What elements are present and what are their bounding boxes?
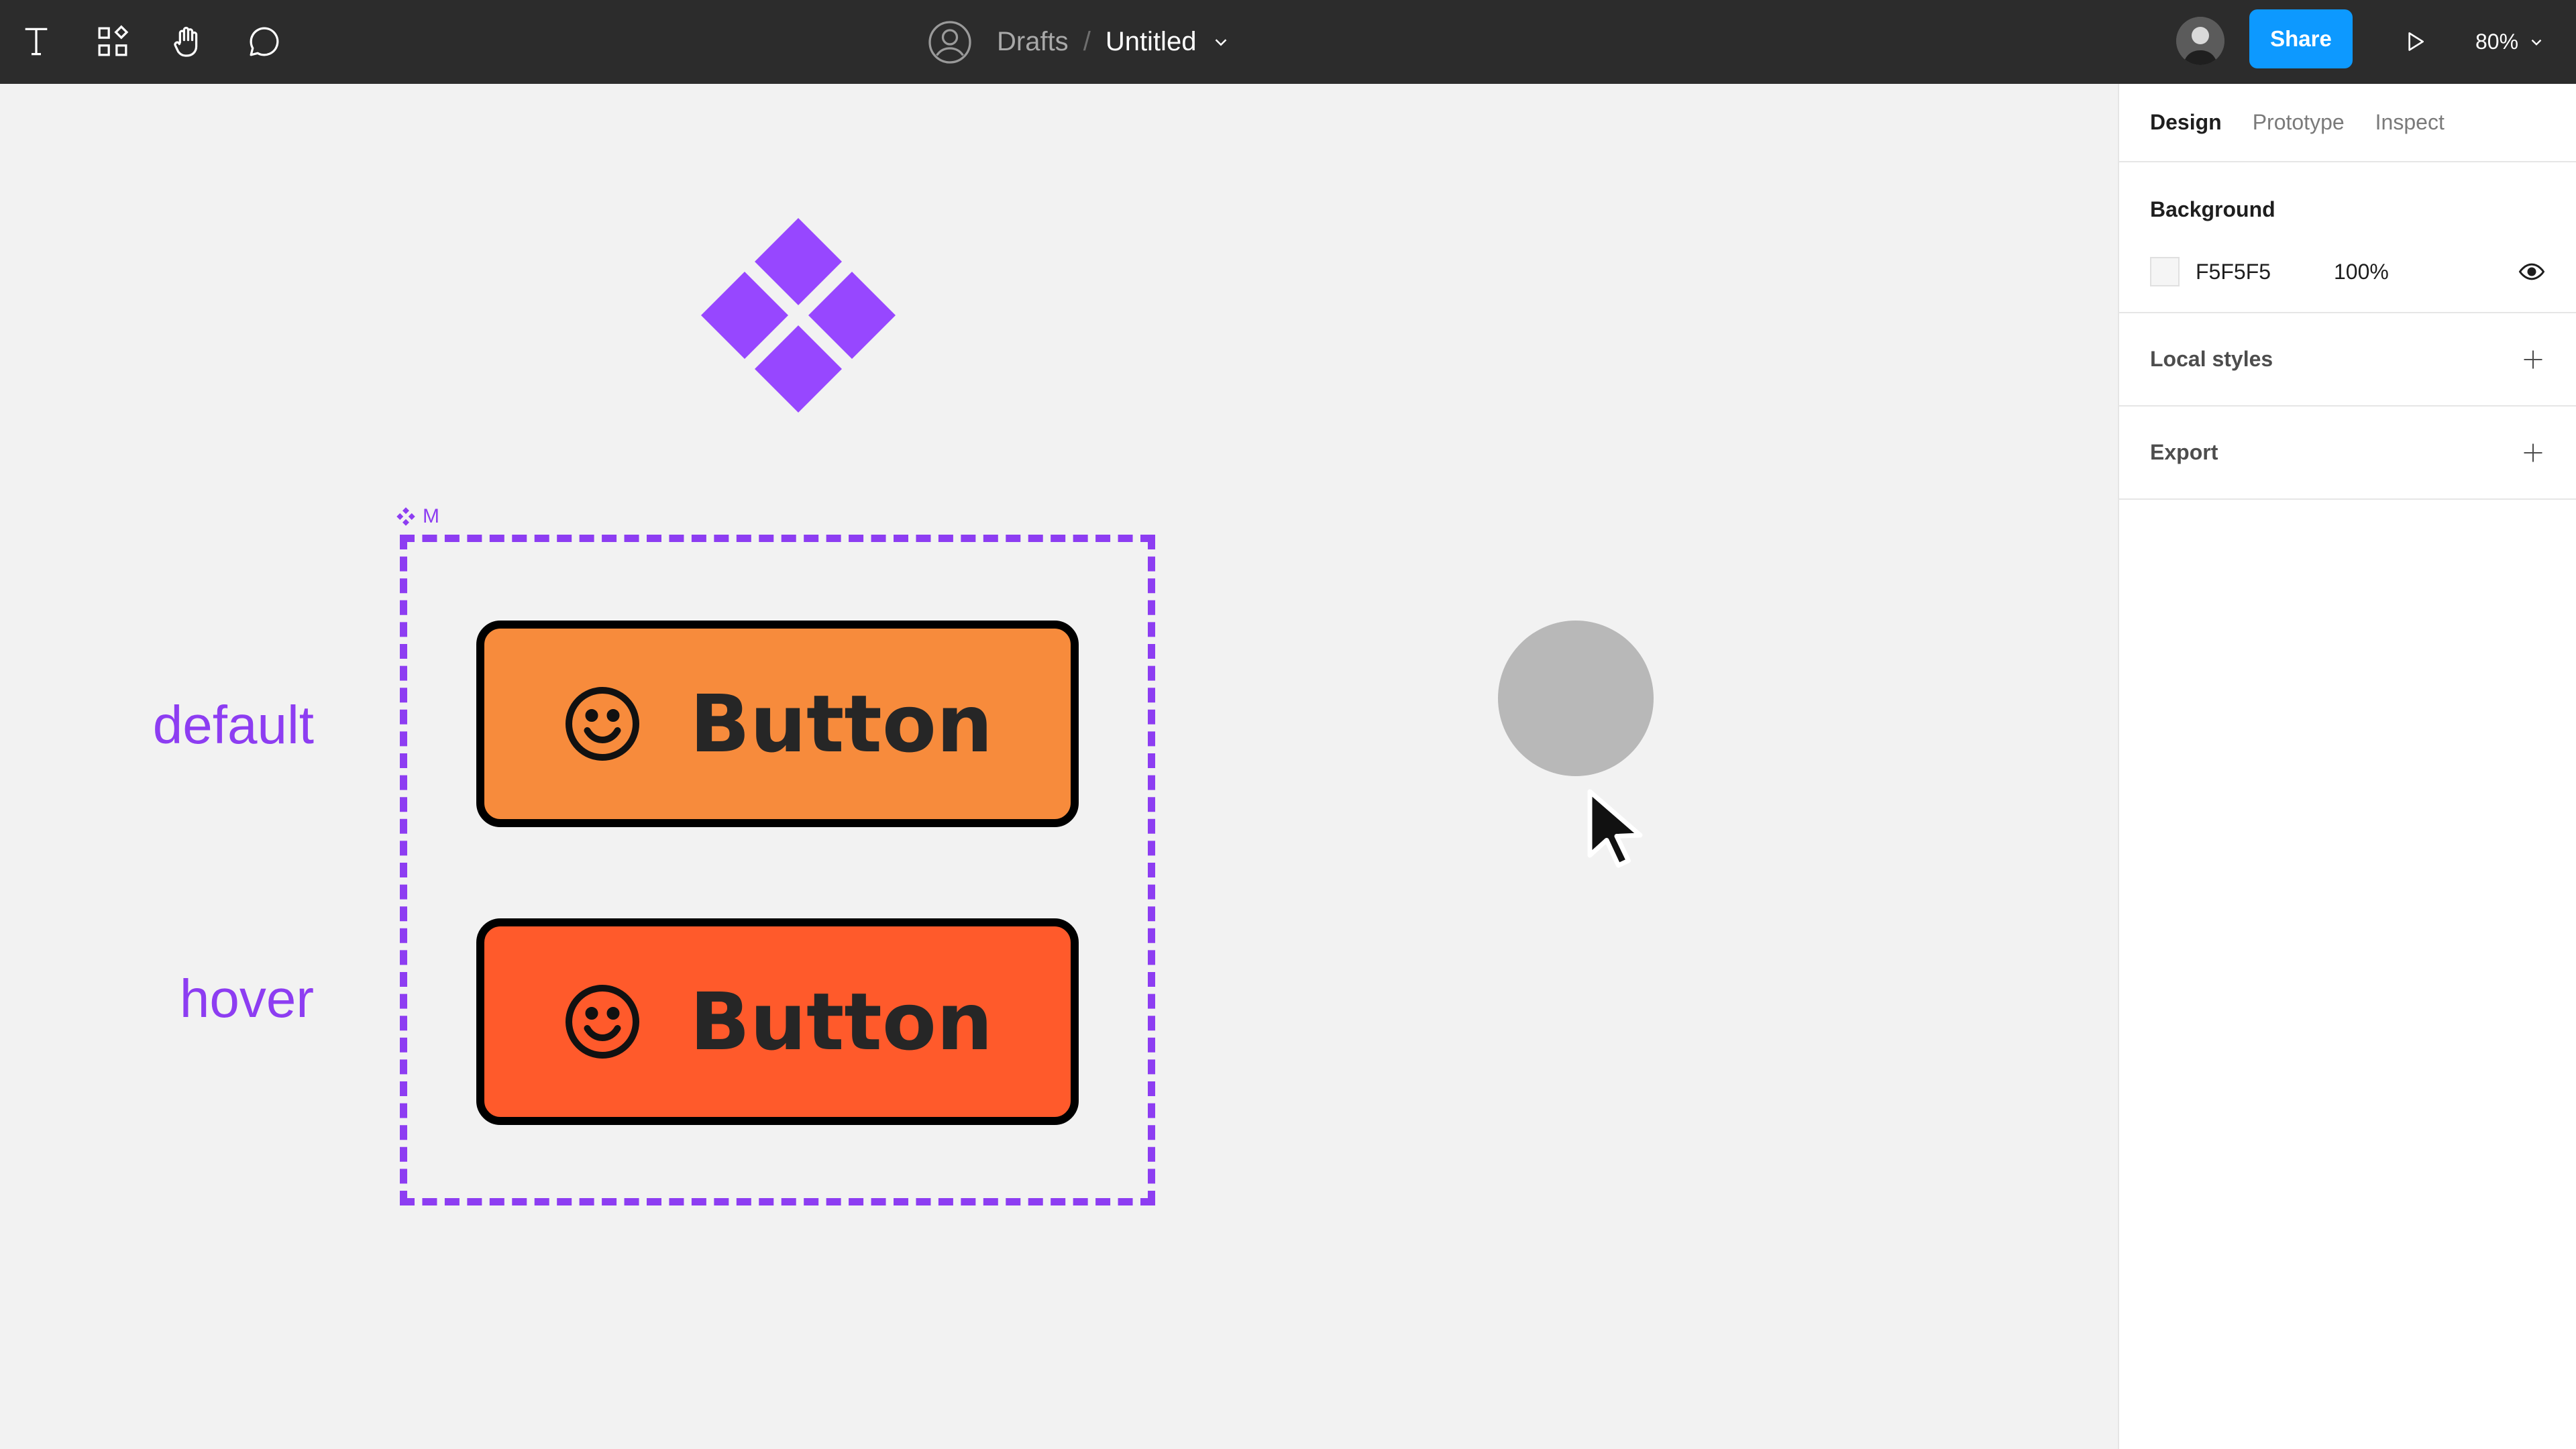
user-icon[interactable] bbox=[926, 18, 974, 66]
eye-icon[interactable] bbox=[2518, 258, 2545, 285]
breadcrumb-drafts[interactable]: Drafts bbox=[997, 27, 1069, 57]
state-label-hover: hover bbox=[179, 969, 314, 1028]
background-opacity-input[interactable]: 100% bbox=[2334, 260, 2518, 284]
background-hex-input[interactable]: F5F5F5 bbox=[2196, 260, 2334, 284]
resources-icon[interactable] bbox=[86, 15, 140, 68]
panel-tabs: Design Prototype Inspect bbox=[2119, 84, 2576, 162]
background-color-swatch[interactable] bbox=[2150, 257, 2180, 286]
cursor-arrow-icon bbox=[1587, 789, 1643, 868]
add-style-plus-icon[interactable] bbox=[2521, 347, 2545, 372]
background-section: Background F5F5F5 100% bbox=[2119, 162, 2576, 313]
cursor-highlight bbox=[1498, 621, 1654, 776]
smiley-icon bbox=[562, 684, 643, 764]
component-set-label[interactable]: M bbox=[396, 505, 439, 528]
share-button[interactable]: Share bbox=[2249, 9, 2353, 68]
present-play-icon[interactable] bbox=[2388, 15, 2442, 68]
local-styles-section: Local styles bbox=[2119, 313, 2576, 407]
tab-inspect[interactable]: Inspect bbox=[2375, 110, 2445, 135]
avatar[interactable] bbox=[2176, 17, 2224, 65]
tab-prototype[interactable]: Prototype bbox=[2253, 110, 2345, 135]
text-tool-icon[interactable] bbox=[9, 15, 63, 68]
button-label: Button bbox=[690, 678, 993, 770]
local-styles-title: Local styles bbox=[2150, 347, 2273, 371]
export-section: Export bbox=[2119, 407, 2576, 500]
component-icon bbox=[701, 218, 896, 413]
hand-tool-icon[interactable] bbox=[161, 15, 215, 68]
smiley-icon bbox=[562, 981, 643, 1062]
add-export-plus-icon[interactable] bbox=[2521, 441, 2545, 465]
button-default-variant[interactable]: Button bbox=[476, 621, 1079, 827]
comment-icon[interactable] bbox=[237, 15, 291, 68]
button-label: Button bbox=[690, 975, 993, 1068]
export-title: Export bbox=[2150, 440, 2218, 464]
canvas[interactable]: M default hover Button Button bbox=[0, 84, 2118, 1449]
state-label-default: default bbox=[152, 695, 314, 755]
background-title: Background bbox=[2150, 197, 2275, 221]
zoom-dropdown[interactable]: 80% bbox=[2475, 0, 2545, 84]
top-toolbar: Drafts / Untitled Share 80% bbox=[0, 0, 2576, 84]
chevron-down-icon bbox=[2531, 39, 2542, 46]
properties-panel: Design Prototype Inspect Background F5F5… bbox=[2118, 84, 2576, 1449]
zoom-level: 80% bbox=[2475, 30, 2519, 54]
tab-design[interactable]: Design bbox=[2150, 110, 2222, 135]
component-set-icon bbox=[396, 507, 415, 526]
button-hover-variant[interactable]: Button bbox=[476, 918, 1079, 1125]
file-name[interactable]: Untitled bbox=[1106, 27, 1197, 57]
component-set-name: M bbox=[423, 505, 439, 527]
breadcrumb-separator: / bbox=[1083, 27, 1091, 56]
background-fill-row: F5F5F5 100% bbox=[2150, 257, 2545, 286]
chevron-down-icon[interactable] bbox=[1211, 32, 1231, 52]
breadcrumb: Drafts / Untitled bbox=[926, 0, 1231, 84]
